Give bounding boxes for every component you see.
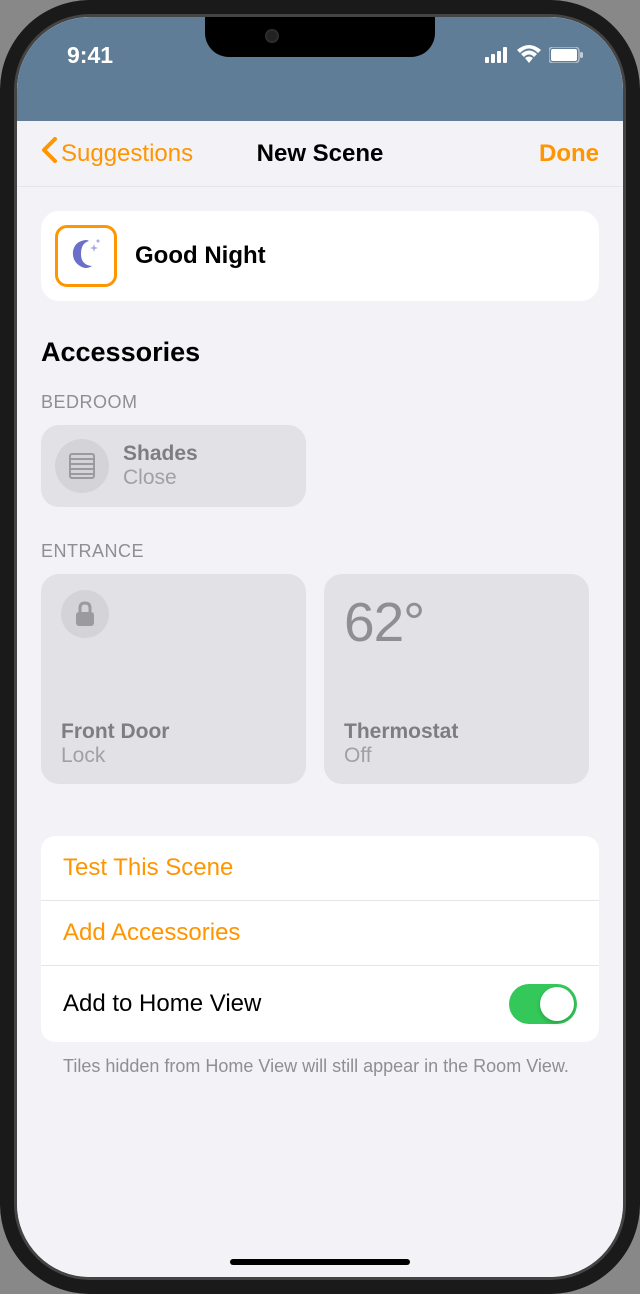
- accessory-tile-thermostat[interactable]: 62° Thermostat Off: [324, 574, 589, 784]
- add-home-view-toggle[interactable]: [509, 984, 577, 1024]
- shades-icon: [55, 439, 109, 493]
- wifi-icon: [517, 42, 541, 69]
- nav-bar: Suggestions New Scene Done: [17, 121, 623, 187]
- tile-name: Thermostat: [344, 720, 569, 744]
- chevron-left-icon: [41, 137, 57, 170]
- test-scene-button[interactable]: Test This Scene: [41, 836, 599, 900]
- content: Good Night Accessories BEDROOM: [17, 187, 623, 1115]
- front-camera: [265, 29, 279, 43]
- back-button[interactable]: Suggestions: [41, 137, 193, 170]
- status-indicators: [485, 42, 583, 69]
- notch: [205, 17, 435, 57]
- accessory-tile-front-door[interactable]: Front Door Lock: [41, 574, 306, 784]
- phone-frame: 9:41 Suggestions New Scene: [0, 0, 640, 1294]
- cellular-icon: [485, 42, 509, 69]
- tile-status: Close: [123, 466, 198, 490]
- tile-status: Lock: [61, 744, 286, 768]
- accessory-tile-shades[interactable]: Shades Close: [41, 425, 306, 507]
- room-label-entrance: ENTRANCE: [41, 541, 599, 562]
- tile-name: Front Door: [61, 720, 286, 744]
- back-label: Suggestions: [61, 140, 193, 168]
- accessories-section-title: Accessories: [41, 337, 599, 368]
- nav-title: New Scene: [257, 140, 384, 168]
- moon-icon: [69, 237, 103, 276]
- footer-note: Tiles hidden from Home View will still a…: [41, 1042, 599, 1091]
- add-home-view-label: Add to Home View: [63, 990, 261, 1018]
- scene-name-card[interactable]: Good Night: [41, 211, 599, 301]
- done-button[interactable]: Done: [539, 140, 599, 168]
- add-accessories-button[interactable]: Add Accessories: [41, 900, 599, 965]
- status-time: 9:41: [67, 42, 113, 69]
- add-home-view-row: Add to Home View: [41, 965, 599, 1042]
- scene-icon-button[interactable]: [55, 225, 117, 287]
- scene-name-label: Good Night: [135, 242, 266, 270]
- screen: 9:41 Suggestions New Scene: [17, 17, 623, 1277]
- home-indicator[interactable]: [230, 1259, 410, 1265]
- tile-status: Off: [344, 744, 569, 768]
- battery-icon: [549, 42, 583, 69]
- actions-card: Test This Scene Add Accessories Add to H…: [41, 836, 599, 1042]
- room-label-bedroom: BEDROOM: [41, 392, 599, 413]
- tile-name: Shades: [123, 442, 198, 466]
- toggle-knob: [540, 987, 574, 1021]
- lock-icon: [61, 590, 109, 638]
- bedroom-tiles: Shades Close: [41, 425, 599, 507]
- thermostat-temperature: 62°: [344, 590, 569, 654]
- entrance-tiles: Front Door Lock 62° Thermostat Off: [41, 574, 599, 784]
